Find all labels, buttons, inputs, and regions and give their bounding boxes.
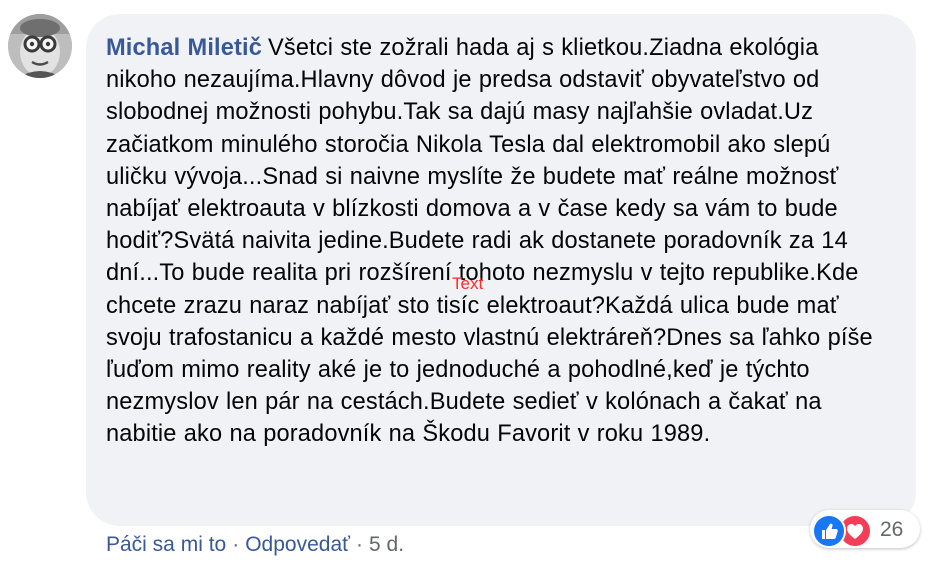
reactions-summary[interactable]: 26 xyxy=(810,510,920,548)
text-overlay-label: Text xyxy=(452,274,484,293)
separator: · xyxy=(232,533,240,556)
comment-bubble: Michal Miletič Všetci ste zožrali hada aj… xyxy=(86,14,916,526)
comment-actions: Páči sa mi to · Odpovedať · 5 d. xyxy=(106,532,404,558)
reaction-count: 26 xyxy=(880,518,904,541)
comment-body: Michal Miletič Všetci ste zožrali hada aj… xyxy=(106,32,894,451)
author-name[interactable]: Michal Miletič xyxy=(106,35,262,61)
avatar[interactable] xyxy=(8,14,72,78)
like-icon xyxy=(812,514,846,548)
timestamp-link[interactable]: 5 d. xyxy=(369,533,404,556)
separator: · xyxy=(356,533,364,556)
like-link[interactable]: Páči sa mi to xyxy=(106,533,226,556)
avatar-photo xyxy=(8,14,72,78)
comment: Michal Miletič Všetci ste zožrali hada aj… xyxy=(0,0,948,574)
comment-text: Všetci ste zožrali hada aj s klietkou.Zi… xyxy=(106,35,873,448)
reply-link[interactable]: Odpovedať xyxy=(245,533,350,556)
